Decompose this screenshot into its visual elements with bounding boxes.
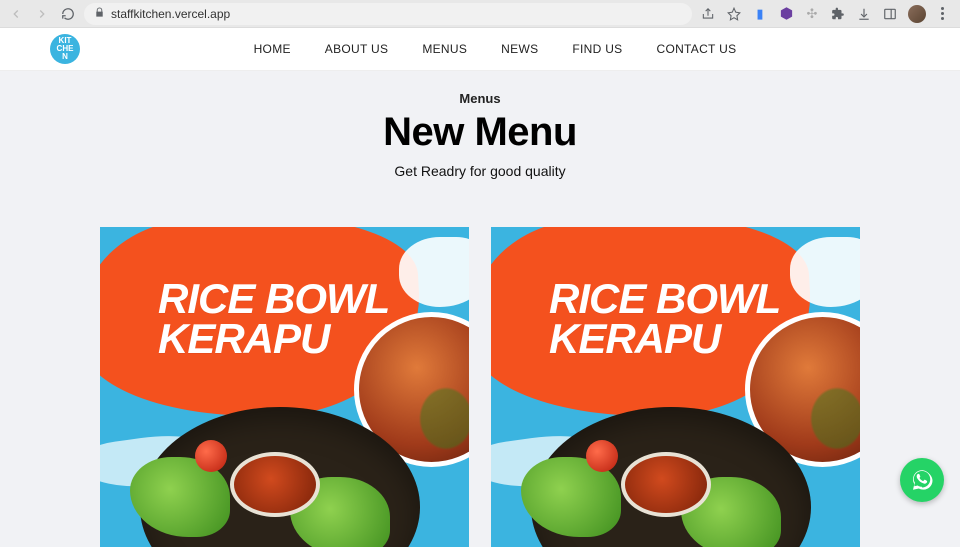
extension-icon-2[interactable] [778,6,794,22]
lock-icon [94,7,105,21]
browser-nav-controls [8,6,76,22]
nav-menus[interactable]: MENUS [422,42,467,56]
site-logo[interactable]: KITCHEN [50,34,80,64]
decoration [399,237,469,307]
page-content: Menus New Menu Get Readry for good quali… [0,71,960,547]
extensions-puzzle-icon[interactable] [830,6,846,22]
address-bar[interactable]: staffkitchen.vercel.app [84,3,692,25]
menu-card[interactable]: RICE BOWL KERAPU [491,227,860,547]
nav-news[interactable]: NEWS [501,42,538,56]
menu-cards: RICE BOWL KERAPU RICE BOWL KERAPU [0,227,960,547]
section-eyebrow: Menus [0,91,960,106]
decoration [621,452,711,517]
decoration [790,237,860,307]
browser-right-controls: ▮ ✣ [700,5,952,23]
extension-icon-1[interactable]: ▮ [752,6,768,22]
decoration [230,452,320,517]
nav-contact-us[interactable]: CONTACT US [656,42,736,56]
side-panel-icon[interactable] [882,6,898,22]
menu-card-title: RICE BOWL KERAPU [549,279,780,359]
back-button[interactable] [8,6,24,22]
share-icon[interactable] [700,6,716,22]
reload-button[interactable] [60,6,76,22]
nav-home[interactable]: HOME [254,42,291,56]
forward-button[interactable] [34,6,50,22]
browser-toolbar: staffkitchen.vercel.app ▮ ✣ [0,0,960,28]
whatsapp-icon [910,468,934,492]
menu-card[interactable]: RICE BOWL KERAPU [100,227,469,547]
decoration [586,440,618,472]
browser-menu-button[interactable] [936,6,948,22]
nav-about-us[interactable]: ABOUT US [325,42,389,56]
section-title: New Menu [0,110,960,155]
url-text: staffkitchen.vercel.app [111,7,230,21]
star-icon[interactable] [726,6,742,22]
site-header: KITCHEN HOME ABOUT US MENUS NEWS FIND US… [0,28,960,71]
decoration [195,440,227,472]
section-subtitle: Get Readry for good quality [0,163,960,179]
profile-avatar[interactable] [908,5,926,23]
download-icon[interactable] [856,6,872,22]
menu-card-title: RICE BOWL KERAPU [158,279,389,359]
extension-icon-3[interactable]: ✣ [804,6,820,22]
nav-find-us[interactable]: FIND US [572,42,622,56]
whatsapp-button[interactable] [900,458,944,502]
main-nav: HOME ABOUT US MENUS NEWS FIND US CONTACT… [80,42,910,56]
